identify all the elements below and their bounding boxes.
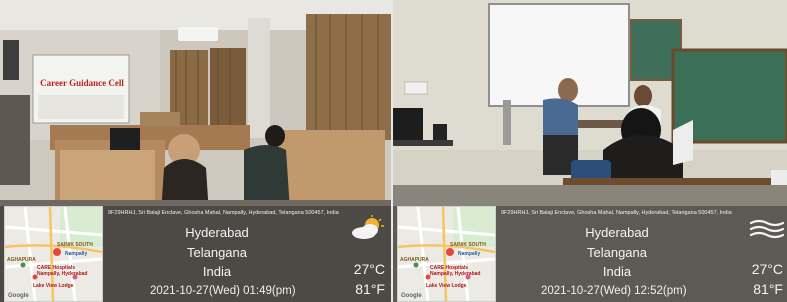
map-label: CARE Hospitals Nampally, Hyderabad — [430, 265, 481, 277]
temperature-celsius: 27°C — [751, 261, 783, 277]
datetime-text: 2021-10-27(Wed) 12:52(pm) — [541, 285, 687, 297]
map-label: CARE Hospitals Nampally, Hyderabad — [37, 265, 88, 277]
map-label: AGHAPURA — [7, 257, 36, 263]
map-label: Nampally — [458, 251, 481, 257]
temperature-fahrenheit: 81°F — [355, 281, 385, 297]
address-text: 9F29HRHJ, Sri Balaji Enclave, Ghosha Mah… — [108, 210, 339, 216]
state-text: Telangana — [187, 245, 247, 260]
map-label: AGHAPURA — [400, 257, 429, 263]
state-text: Telangana — [587, 245, 647, 260]
photo-pair: Career Guidance Cell 9F29HRHJ, Sri Balaj… — [0, 0, 787, 302]
map-label: Nampally — [65, 251, 88, 257]
map-thumbnail: SAINIK SOUTH Nampally AGHAPURA CARE Hosp… — [397, 206, 496, 302]
temperature-celsius: 27°C — [353, 261, 385, 277]
partly-cloudy-icon — [352, 215, 384, 239]
google-logo: Google — [8, 293, 29, 299]
map-label: SAINIK SOUTH — [450, 242, 486, 248]
map-label: SAINIK SOUTH — [57, 242, 93, 248]
address-text: 9F29HRHJ, Sri Balaji Enclave, Ghosha Mah… — [501, 210, 732, 216]
map-label: Lake View Lodge — [33, 283, 74, 289]
city-text: Hyderabad — [585, 225, 649, 240]
city-text: Hyderabad — [185, 225, 249, 240]
banner-text: Career Guidance Cell — [40, 78, 124, 88]
country-text: India — [202, 264, 232, 279]
left-photo: Career Guidance Cell 9F29HRHJ, Sri Balaj… — [0, 0, 392, 302]
temperature-fahrenheit: 81°F — [753, 281, 783, 297]
google-logo: Google — [401, 293, 422, 299]
haze-icon — [749, 219, 785, 239]
map-thumbnail: SAINIK SOUTH Nampally AGHAPURA CARE Hosp… — [4, 206, 103, 302]
datetime-text: 2021-10-27(Wed) 01:49(pm) — [150, 285, 296, 297]
right-photo: 9F29HRHJ, Sri Balaji Enclave, Ghosha Mah… — [393, 0, 787, 302]
map-label: Lake View Lodge — [426, 283, 467, 289]
country-text: India — [602, 264, 632, 279]
